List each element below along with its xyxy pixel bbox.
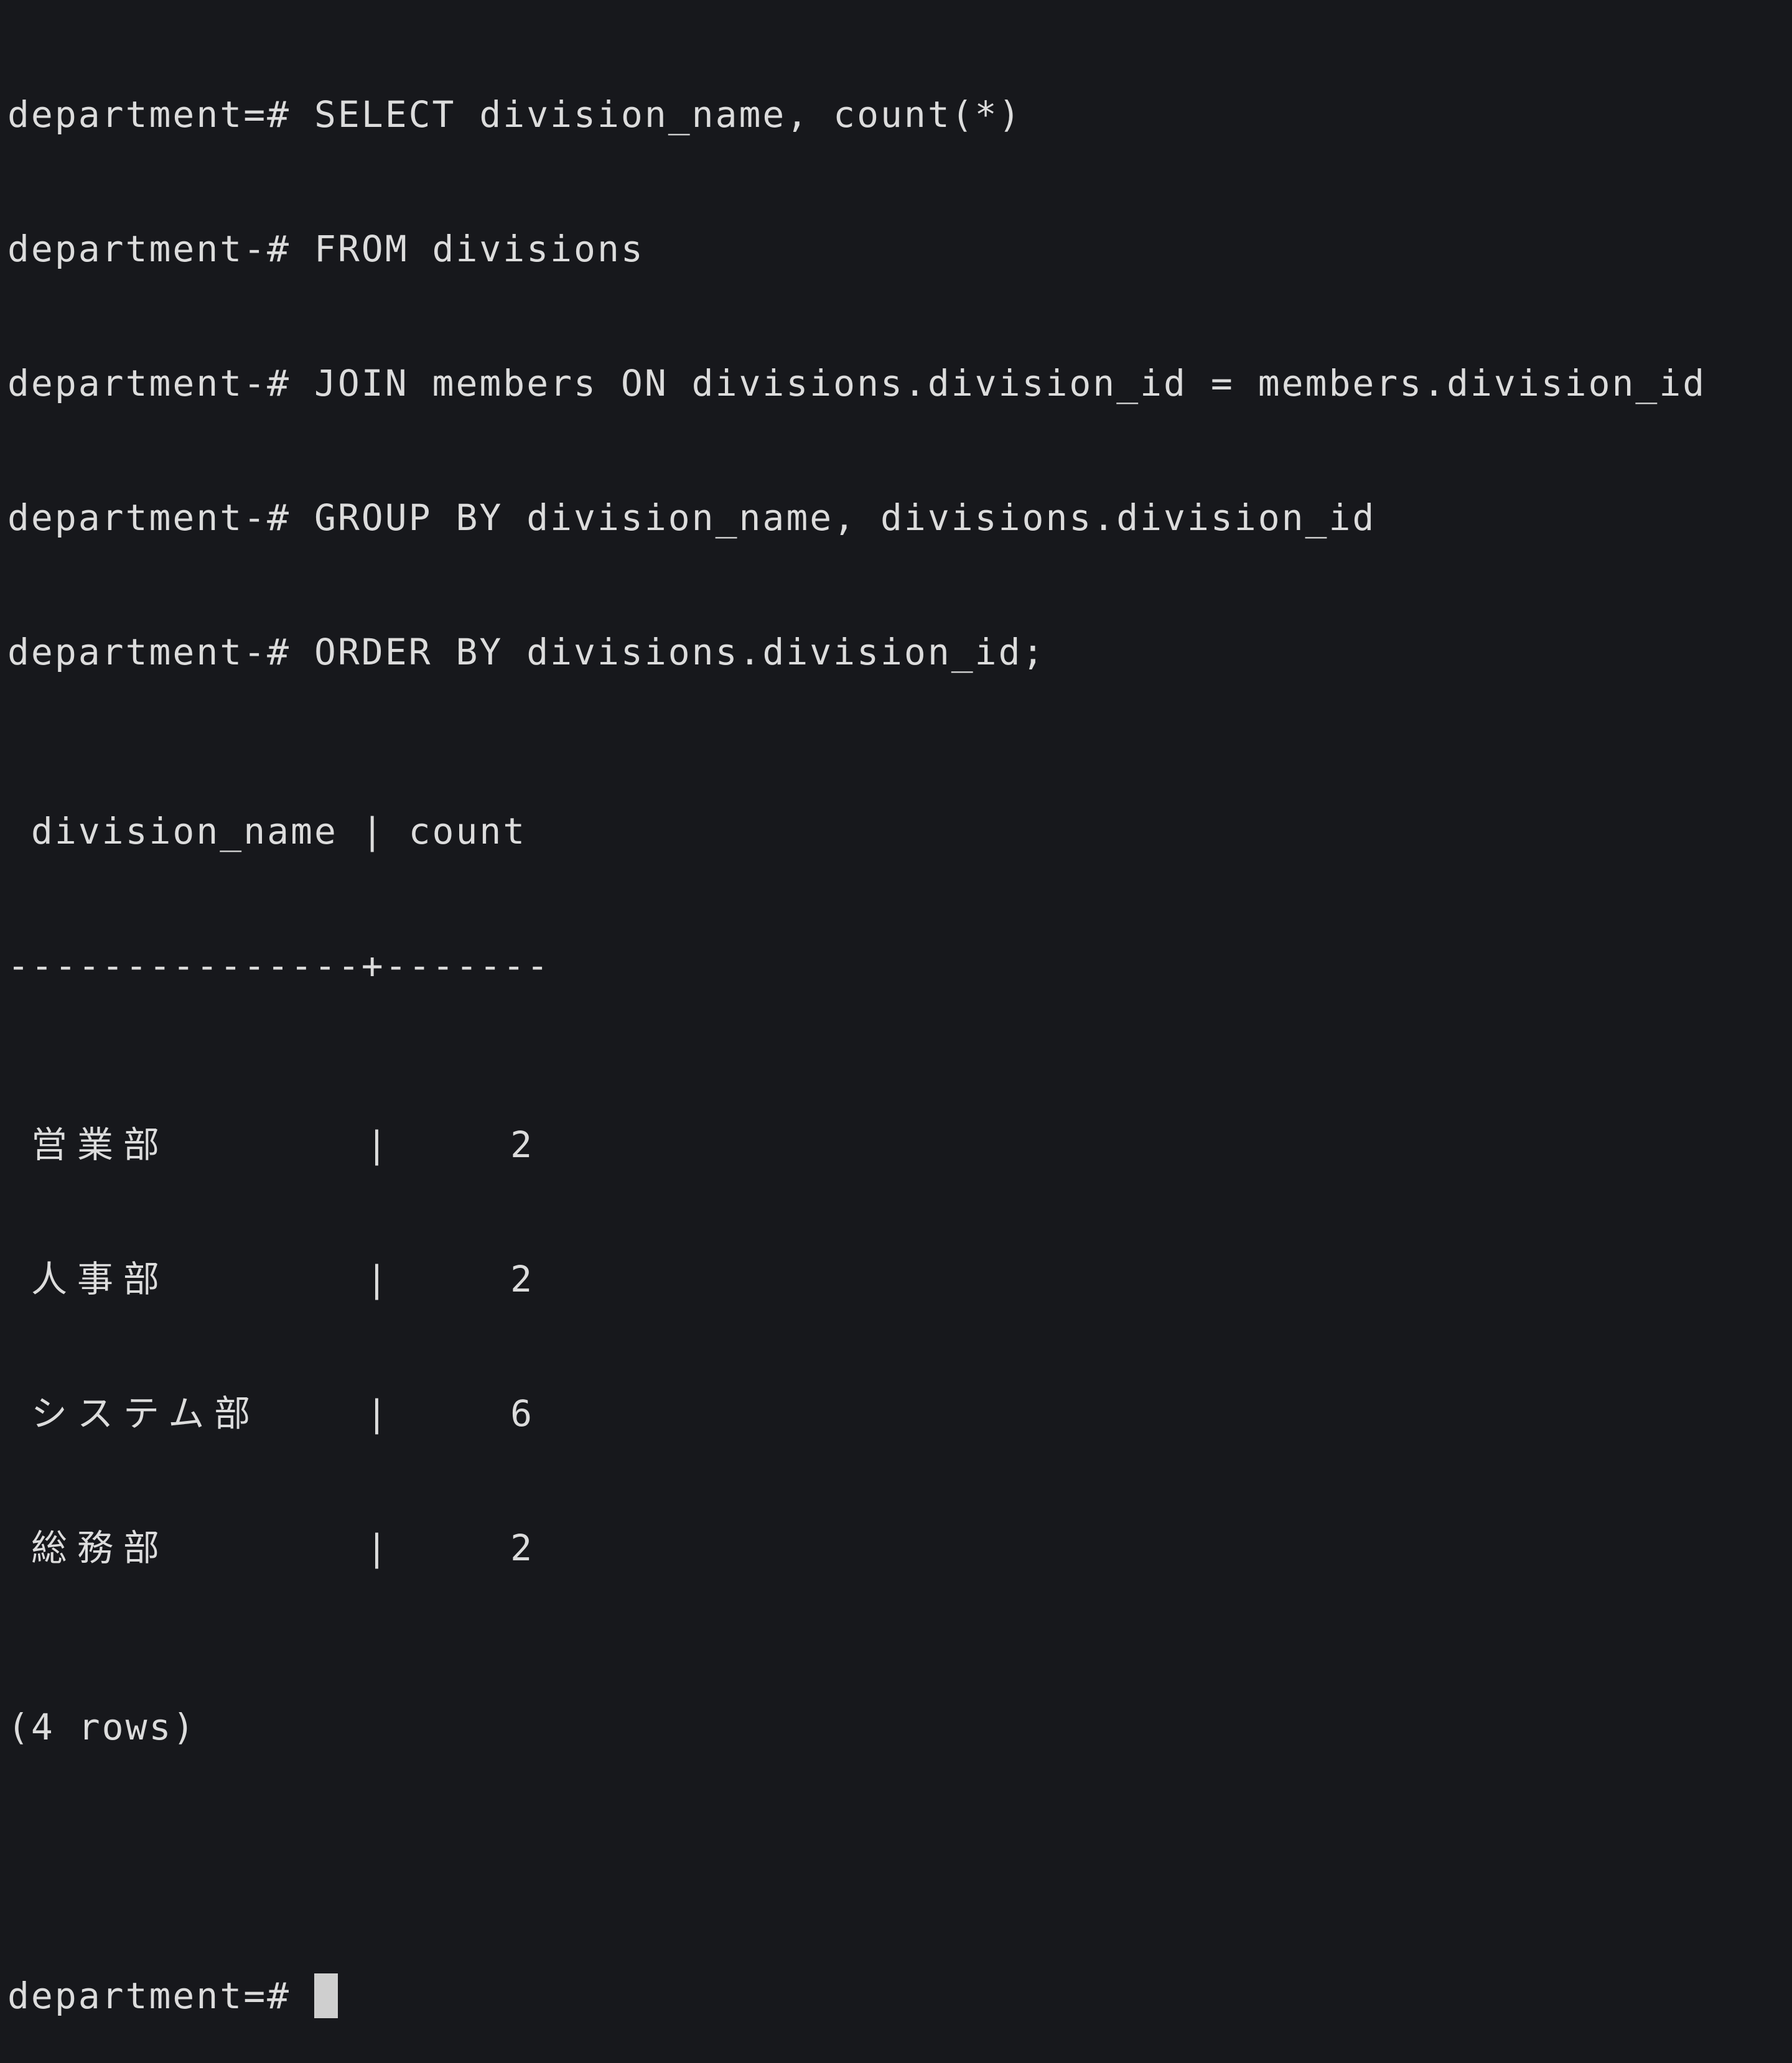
result-separator: ---------------+------- (7, 944, 551, 987)
column-separator: | (366, 1124, 388, 1166)
column-separator: | (366, 1527, 388, 1569)
result-row: システム部 | 6 (7, 1391, 1792, 1436)
prompt: department-# (7, 631, 291, 673)
division-name-cell: 人事部 (31, 1258, 170, 1300)
input-line[interactable]: department=# (7, 1973, 1792, 2018)
column-separator: | (366, 1392, 388, 1435)
terminal-window[interactable]: department=# SELECT division_name, count… (0, 0, 1792, 2018)
prompt: department=# (7, 93, 291, 136)
column-separator: | (366, 1258, 388, 1300)
query-line: department-# ORDER BY divisions.division… (7, 630, 1792, 674)
query-text: JOIN members ON divisions.division_id = … (314, 362, 1707, 404)
count-cell: 2 (510, 1527, 534, 1569)
query-text: GROUP BY division_name, divisions.divisi… (314, 496, 1376, 539)
result-header: division_name | count (7, 810, 527, 852)
division-name-cell: システム部 (31, 1392, 261, 1435)
query-text: SELECT division_name, count(*) (314, 93, 1022, 136)
text-cursor[interactable] (314, 1973, 338, 2018)
query-line: department-# JOIN members ON divisions.d… (7, 361, 1792, 406)
prompt: department-# (7, 362, 291, 404)
query-line: department-# FROM divisions (7, 226, 1792, 271)
query-text: FROM divisions (314, 228, 645, 270)
prompt: department=# (7, 1975, 291, 2017)
division-name-cell: 営業部 (31, 1124, 170, 1166)
division-name-cell: 総務部 (31, 1527, 170, 1569)
result-footer: (4 rows) (7, 1706, 197, 1748)
prompt: department-# (7, 496, 291, 539)
query-text: ORDER BY divisions.division_id; (314, 631, 1046, 673)
prompt: department-# (7, 228, 291, 270)
result-row: 営業部 | 2 (7, 1122, 1792, 1167)
count-cell: 2 (510, 1258, 534, 1300)
query-line: department=# SELECT division_name, count… (7, 92, 1792, 137)
result-row: 人事部 | 2 (7, 1257, 1792, 1302)
count-cell: 2 (510, 1124, 534, 1166)
query-line: department-# GROUP BY division_name, div… (7, 495, 1792, 540)
result-row: 総務部 | 2 (7, 1525, 1792, 1570)
count-cell: 6 (510, 1392, 534, 1435)
